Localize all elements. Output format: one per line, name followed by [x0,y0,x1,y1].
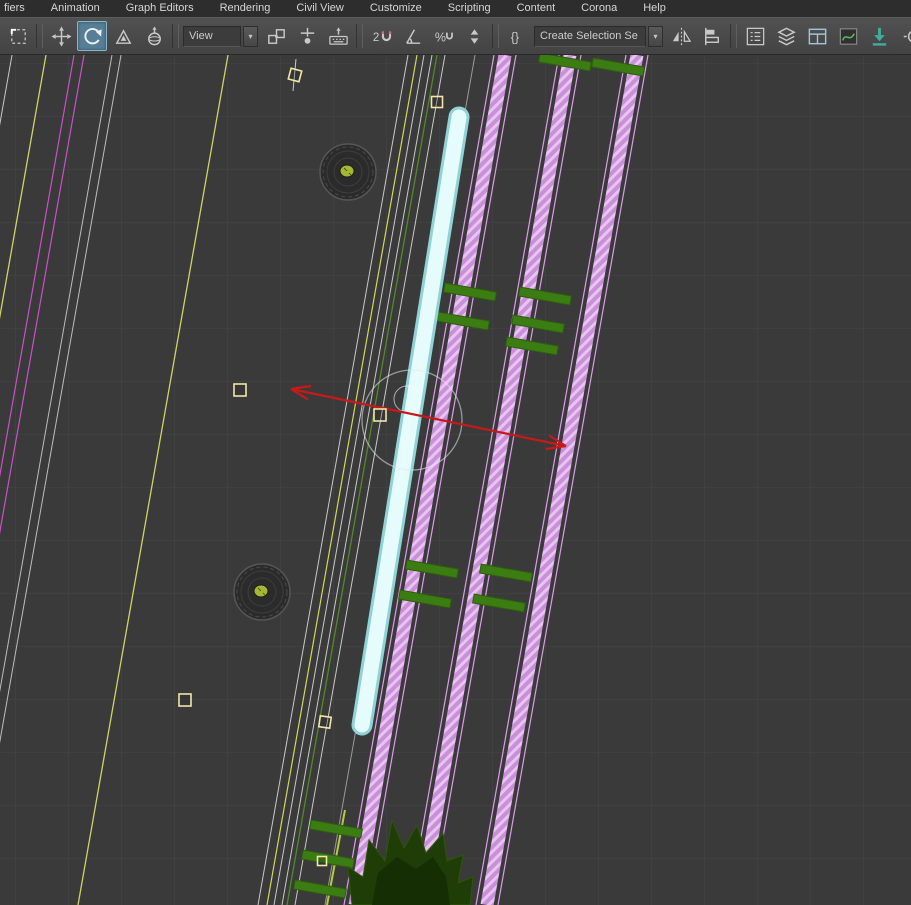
toggle-ribbon-button[interactable] [802,21,832,51]
menu-bar: fiers Animation Graph Editors Rendering … [0,0,911,17]
down-arrow-bar-icon [872,27,886,46]
menu-item-rendering[interactable]: Rendering [207,1,284,16]
scale-icon [115,28,131,44]
menu-item-animation[interactable]: Animation [38,1,113,16]
angle-snap-icon [405,28,420,44]
chevron-down-icon[interactable]: ▾ [648,25,663,47]
toolbar-separator [172,24,179,48]
named-selection-set-value: Create Selection Se [540,30,638,42]
marquee-select-button[interactable] [3,21,33,51]
curve-editor-icon [839,27,857,45]
viewport[interactable] [0,55,911,905]
marquee-select-icon [10,28,26,44]
select-and-rotate-button[interactable] [77,21,107,51]
menu-item-scripting[interactable]: Scripting [435,1,504,16]
toolbar-separator [356,24,363,48]
move-icon [50,25,72,47]
pivot-center-icon [267,28,285,44]
snap-mode-label: 2 [372,31,378,43]
snaps-toggle-button[interactable]: 2 [366,21,396,51]
rotate-icon [83,27,102,44]
layers-icon [776,27,796,45]
select-and-manipulate-button[interactable] [292,21,322,51]
toolbar-separator [492,24,499,48]
toolbar-separator [36,24,43,48]
menu-item-graph-editors[interactable]: Graph Editors [113,1,207,16]
edit-named-selection-sets-button[interactable]: {} [502,21,532,51]
place-icon [147,25,161,45]
named-selection-set-dropdown[interactable]: Create Selection Se [534,25,646,47]
snap-magnet-icon: 2 [372,30,391,43]
percent-snap-icon: % [434,30,453,44]
mirror-icon [672,27,691,45]
toggle-layer-explorer-button[interactable] [771,21,801,51]
menu-item-help[interactable]: Help [630,1,679,16]
menu-item-content[interactable]: Content [504,1,569,16]
spinner-snap-button[interactable] [459,21,489,51]
coordinate-system-dropdown[interactable]: View [183,25,241,47]
select-and-scale-button[interactable] [108,21,138,51]
schematic-view-button[interactable] [864,21,894,51]
percent-snap-button[interactable]: % [428,21,458,51]
align-icon [704,27,719,45]
clipped-toolbar-button[interactable] [895,21,911,51]
toggle-scene-explorer-button[interactable] [740,21,770,51]
manipulate-icon [300,27,314,44]
curve-editor-button[interactable] [833,21,863,51]
menu-item-corona[interactable]: Corona [568,1,630,16]
window-grid-icon [808,28,826,44]
chevron-down-icon[interactable]: ▾ [243,25,258,47]
viewport-canvas[interactable] [0,55,911,905]
toolbar-separator [730,24,737,48]
percent-label: % [434,30,445,44]
tree-object[interactable] [319,143,377,201]
angle-snap-button[interactable] [397,21,427,51]
clipped-icon [903,30,911,42]
braces-icon: {} [510,30,518,44]
select-and-place-button[interactable] [139,21,169,51]
mirror-button[interactable] [666,21,696,51]
keyboard-icon [328,26,348,45]
keyboard-shortcut-override-button[interactable] [323,21,353,51]
braces-label: {} [510,30,518,44]
menu-item-civil-view[interactable]: Civil View [283,1,356,16]
scene-explorer-icon [746,27,764,45]
spinner-snap-icon [470,28,478,44]
align-button[interactable] [697,21,727,51]
main-toolbar: View ▾ 2 % {} Create Selection Se ▾ [0,17,911,55]
tree-object[interactable] [233,563,291,621]
menu-item-modifiers-partial[interactable]: fiers [2,1,38,16]
select-and-move-button[interactable] [46,21,76,51]
menu-item-customize[interactable]: Customize [357,1,435,16]
coordinate-system-value: View [189,30,213,42]
use-pivot-point-center-button[interactable] [261,21,291,51]
